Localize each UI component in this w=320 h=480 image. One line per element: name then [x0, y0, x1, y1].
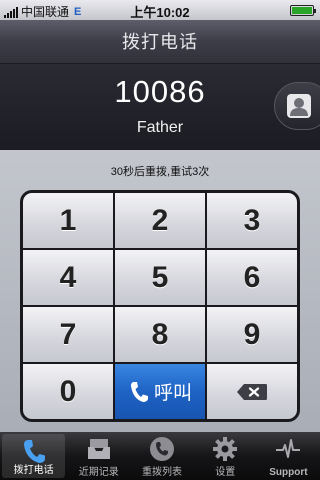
- tab-settings[interactable]: 设置: [194, 432, 257, 480]
- key-3[interactable]: 3: [207, 193, 297, 248]
- delete-button[interactable]: [207, 364, 297, 419]
- contact-name: Father: [136, 119, 184, 136]
- key-2[interactable]: 2: [115, 193, 205, 248]
- key-5[interactable]: 5: [115, 250, 205, 305]
- tab-label: 设置: [215, 467, 236, 478]
- key-4[interactable]: 4: [23, 250, 113, 305]
- number-display: 10086 Father: [0, 64, 320, 150]
- tab-redial-list[interactable]: 重拨列表: [130, 432, 193, 480]
- tab-recent[interactable]: 近期记录: [67, 432, 130, 480]
- inbox-tray-icon: [87, 439, 110, 459]
- status-time: 上午10:02: [130, 5, 190, 20]
- phone-circle-icon: [150, 437, 174, 461]
- key-7[interactable]: 7: [23, 307, 113, 362]
- page-title: 拨打电话: [0, 20, 320, 64]
- keypad-panel: 30秒后重拨,重试3次 1 2 3 4 5 6 7 8 9 0 呼叫: [0, 150, 320, 432]
- tab-bar: 拨打电话 近期记录 重拨列表 设置 Support: [0, 432, 320, 480]
- backspace-icon: [237, 383, 267, 400]
- tab-support[interactable]: Support: [257, 432, 320, 480]
- call-label: 呼叫: [153, 383, 192, 404]
- tab-dial[interactable]: 拨打电话: [2, 434, 66, 478]
- key-6[interactable]: 6: [207, 250, 297, 305]
- status-bar: 中国联通 E 上午10:02: [0, 0, 320, 20]
- keypad: 1 2 3 4 5 6 7 8 9 0 呼叫: [20, 190, 300, 422]
- gear-icon: [213, 437, 238, 461]
- battery-level: [292, 7, 312, 14]
- key-8[interactable]: 8: [115, 307, 205, 362]
- call-button[interactable]: 呼叫: [115, 364, 205, 419]
- retry-info: 30秒后重拨,重试3次: [110, 166, 210, 178]
- battery-icon: [290, 5, 316, 16]
- contact-person-icon: [287, 94, 311, 118]
- key-9[interactable]: 9: [207, 307, 297, 362]
- heartbeat-icon: [276, 439, 301, 458]
- tab-label: 重拨列表: [142, 467, 182, 478]
- dialed-number: 10086: [114, 74, 206, 109]
- phone-handset-icon: [130, 381, 148, 402]
- tab-label: 近期记录: [78, 467, 119, 478]
- tab-label: Support: [269, 467, 308, 478]
- contacts-button[interactable]: [274, 82, 320, 130]
- tab-label: 拨打电话: [13, 465, 54, 476]
- key-0[interactable]: 0: [23, 364, 113, 419]
- key-1[interactable]: 1: [23, 193, 113, 248]
